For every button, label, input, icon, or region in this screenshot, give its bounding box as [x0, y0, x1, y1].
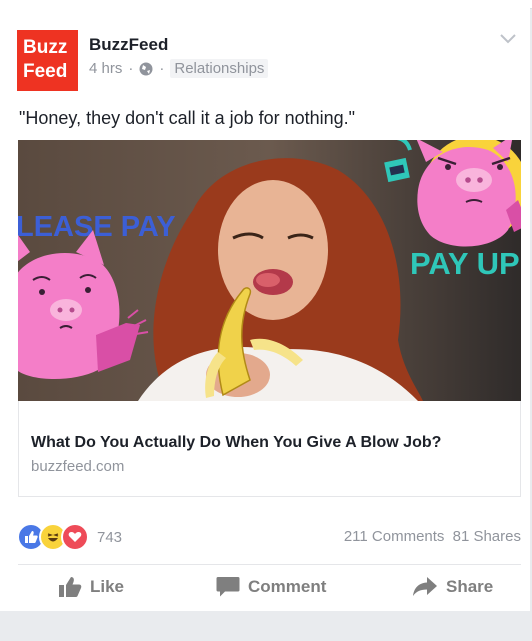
share-button[interactable]: Share: [412, 576, 493, 598]
comment-count-link[interactable]: 211 Comments: [344, 528, 445, 545]
chevron-down-icon[interactable]: [500, 34, 516, 44]
thumbs-up-icon: [59, 577, 82, 597]
comment-label: Comment: [248, 577, 327, 596]
category-tag[interactable]: Relationships: [170, 59, 269, 78]
share-arrow-icon: [413, 577, 437, 596]
link-domain: buzzfeed.com: [31, 458, 125, 475]
post-caption: "Honey, they don't call it a job for not…: [19, 108, 356, 128]
link-title[interactable]: What Do You Actually Do When You Give A …: [31, 434, 441, 452]
globe-icon: [139, 62, 153, 75]
page-name-link[interactable]: BuzzFeed: [89, 35, 168, 55]
woman-face: [218, 180, 328, 320]
like-button[interactable]: Like: [58, 576, 124, 598]
post-time[interactable]: 4 hrs: [89, 60, 122, 77]
meta-separator-2: ·: [159, 60, 165, 77]
gif-illustration: LEASE PAY PAY UP: [18, 140, 521, 401]
logo-text-line2: Feed: [23, 61, 68, 82]
reaction-summary[interactable]: 743: [17, 523, 123, 551]
comment-icon: [216, 577, 240, 597]
like-label: Like: [90, 577, 125, 596]
page-avatar[interactable]: Buzz Feed: [17, 30, 78, 91]
link-preview[interactable]: What Do You Actually Do When You Give A …: [18, 401, 521, 497]
logo-text-line1: Buzz: [23, 37, 68, 58]
sticker-right-text: PAY UP: [410, 246, 520, 281]
actions-divider: [18, 564, 521, 565]
share-count-link[interactable]: 81 Shares: [453, 528, 521, 545]
share-label: Share: [446, 577, 494, 596]
meta-separator: ·: [128, 60, 134, 77]
comment-button[interactable]: Comment: [216, 576, 326, 598]
reaction-count: 743: [97, 528, 123, 546]
post-image[interactable]: LEASE PAY PAY UP: [18, 140, 521, 401]
post-meta: 4 hrs · · Relationships: [89, 59, 269, 78]
love-icon: [61, 523, 89, 551]
engagement-stats: 211 Comments 81 Shares: [344, 528, 521, 545]
sticker-left-text: LEASE PAY: [18, 211, 176, 243]
feed-background: [0, 611, 532, 641]
